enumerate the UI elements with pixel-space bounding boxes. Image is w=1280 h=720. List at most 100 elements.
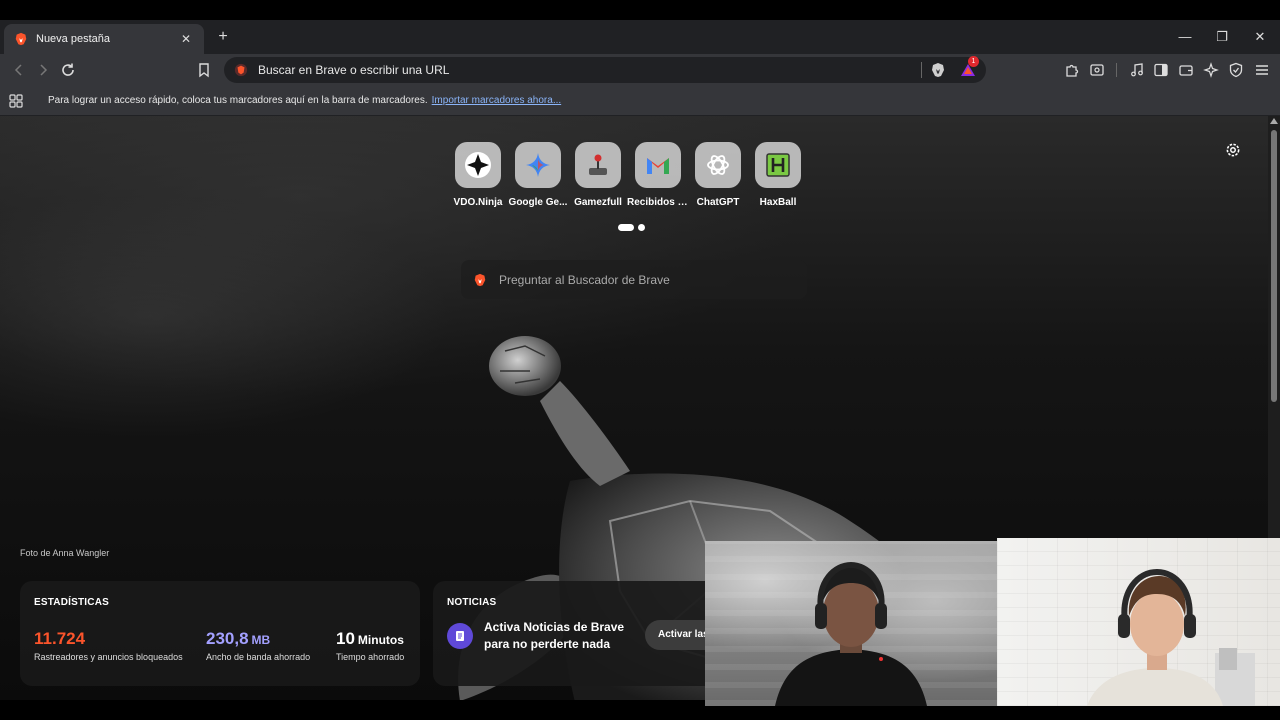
wallet-icon bbox=[1179, 65, 1193, 76]
person-with-headset-image bbox=[775, 561, 927, 706]
top-site-google-gemini[interactable]: Google Ge... bbox=[509, 142, 567, 208]
scroll-thumb[interactable] bbox=[1271, 130, 1277, 402]
close-window-button[interactable]: ✕ bbox=[1241, 24, 1279, 50]
wallet-button[interactable] bbox=[1175, 59, 1197, 81]
bookmarks-hint: Para lograr un acceso rápido, coloca tus… bbox=[48, 95, 428, 106]
trackers-label: Rastreadores y anuncios bloqueados bbox=[34, 652, 183, 662]
tab-search-icon bbox=[1090, 64, 1104, 76]
tile-icon-frame bbox=[695, 142, 741, 188]
webcam-feed-left bbox=[705, 541, 997, 706]
tile-icon-frame bbox=[455, 142, 501, 188]
top-site-label: VDO.Ninja bbox=[453, 197, 503, 208]
news-title: NOTICIAS bbox=[447, 597, 497, 608]
reload-button[interactable] bbox=[57, 59, 79, 81]
top-site-gmail[interactable]: Recibidos (... bbox=[627, 142, 689, 208]
letterbox-top bbox=[0, 0, 1280, 20]
search-placeholder: Preguntar al Buscador de Brave bbox=[499, 272, 670, 287]
import-bookmarks-link[interactable]: Importar marcadores ahora... bbox=[432, 95, 562, 106]
scroll-up-arrow-icon[interactable] bbox=[1270, 118, 1278, 124]
tab-strip: Nueva pestaña ✕ + — ❐ ✕ bbox=[0, 20, 1280, 54]
tile-icon-frame bbox=[575, 142, 621, 188]
toolbar: Buscar en Brave o escribir una URL 1 bbox=[0, 54, 1280, 86]
haxball-icon bbox=[766, 153, 790, 177]
news-card: NOTICIAS Activa Noticias de Brave para n… bbox=[433, 581, 725, 686]
brave-search-box[interactable]: Preguntar al Buscador de Brave bbox=[461, 260, 807, 299]
sidebar-button[interactable] bbox=[1150, 59, 1172, 81]
puzzle-icon bbox=[1066, 64, 1079, 77]
brave-lion-icon bbox=[474, 273, 486, 286]
brave-shields-icon[interactable] bbox=[930, 62, 946, 78]
arrow-left-icon bbox=[14, 64, 22, 76]
arrow-right-icon bbox=[40, 64, 48, 76]
search-tabs-button[interactable] bbox=[1086, 59, 1108, 81]
brave-lion-icon bbox=[15, 32, 27, 46]
person-with-headset-image bbox=[1087, 568, 1255, 706]
new-tab-button[interactable]: + bbox=[212, 26, 234, 48]
stat-trackers: 11.724 Rastreadores y anuncios bloqueado… bbox=[34, 629, 183, 662]
sparkle-icon bbox=[1203, 62, 1219, 78]
screen: Nueva pestaña ✕ + — ❐ ✕ Buscar en Brave … bbox=[0, 0, 1280, 720]
omnibox-divider bbox=[921, 62, 922, 78]
time-unit: Minutos bbox=[357, 633, 404, 647]
tile-icon-frame bbox=[635, 142, 681, 188]
gemini-icon bbox=[526, 153, 550, 177]
address-text: Buscar en Brave o escribir una URL bbox=[258, 63, 450, 77]
tab-new-tab[interactable]: Nueva pestaña ✕ bbox=[4, 24, 204, 54]
back-button[interactable] bbox=[8, 59, 30, 81]
top-sites: VDO.Ninja Google Ge... Gamezfull Recibid… bbox=[454, 142, 802, 208]
vdo-ninja-icon bbox=[465, 152, 491, 178]
photo-credit[interactable]: Foto de Anna Wangler bbox=[20, 548, 109, 558]
sidebar-icon bbox=[1154, 63, 1168, 77]
stat-bandwidth: 230,8 MB Ancho de banda ahorrado bbox=[206, 629, 310, 662]
time-value: 10 bbox=[336, 629, 355, 648]
extensions-button[interactable] bbox=[1061, 59, 1083, 81]
settings-gear-icon[interactable] bbox=[1224, 141, 1242, 159]
bandwidth-value: 230,8 bbox=[206, 629, 249, 648]
document-icon bbox=[456, 631, 464, 641]
pager-dot[interactable] bbox=[638, 224, 645, 231]
top-site-label: Gamezfull bbox=[574, 197, 622, 208]
top-site-label: Recibidos (... bbox=[627, 197, 689, 208]
stats-title: ESTADÍSTICAS bbox=[34, 597, 109, 608]
top-sites-pager bbox=[618, 224, 645, 231]
top-site-haxball[interactable]: HaxBall bbox=[754, 142, 802, 208]
bandwidth-label: Ancho de banda ahorrado bbox=[206, 652, 311, 662]
gmail-icon bbox=[647, 158, 669, 174]
time-label: Tiempo ahorrado bbox=[336, 652, 405, 662]
toolbar-divider bbox=[1116, 63, 1117, 77]
restore-button[interactable]: ❐ bbox=[1203, 24, 1241, 50]
top-site-label: HaxBall bbox=[759, 197, 797, 208]
joystick-icon bbox=[589, 154, 607, 175]
reload-icon bbox=[62, 63, 74, 76]
vpn-button[interactable] bbox=[1225, 59, 1247, 81]
top-site-vdo-ninja[interactable]: VDO.Ninja bbox=[454, 142, 502, 208]
trackers-value: 11.724 bbox=[34, 629, 86, 648]
music-note-icon bbox=[1131, 63, 1143, 77]
forward-button[interactable] bbox=[32, 59, 54, 81]
brave-search-icon bbox=[234, 63, 248, 77]
pager-dot-active[interactable] bbox=[618, 224, 634, 231]
tile-icon-frame bbox=[515, 142, 561, 188]
leo-ai-button[interactable] bbox=[1200, 59, 1222, 81]
tile-icon-frame bbox=[755, 142, 801, 188]
media-button[interactable] bbox=[1126, 59, 1148, 81]
tab-title: Nueva pestaña bbox=[36, 33, 110, 45]
apps-grid-icon[interactable] bbox=[8, 93, 24, 109]
top-site-gamezfull[interactable]: Gamezfull bbox=[574, 142, 622, 208]
stats-card: ESTADÍSTICAS 11.724 Rastreadores y anunc… bbox=[20, 581, 420, 686]
minimize-button[interactable]: — bbox=[1166, 24, 1204, 50]
hamburger-menu-icon bbox=[1256, 65, 1268, 75]
bandwidth-unit: MB bbox=[251, 633, 271, 647]
shield-icon bbox=[1229, 62, 1243, 78]
tab-close-icon[interactable]: ✕ bbox=[178, 32, 194, 46]
address-bar[interactable]: Buscar en Brave o escribir una URL 1 bbox=[224, 56, 986, 83]
stat-time: 10 Minutos Tiempo ahorrado bbox=[336, 629, 404, 662]
bookmarks-bar: Para lograr un acceso rápido, coloca tus… bbox=[0, 86, 1280, 116]
bookmark-button[interactable] bbox=[193, 59, 215, 81]
webcam-feed-right bbox=[997, 538, 1280, 706]
top-site-chatgpt[interactable]: ChatGPT bbox=[694, 142, 742, 208]
menu-button[interactable] bbox=[1251, 59, 1273, 81]
brave-rewards-button[interactable]: 1 bbox=[960, 56, 979, 78]
news-promo-text: Activa Noticias de Brave para no perdert… bbox=[484, 620, 625, 651]
top-site-label: ChatGPT bbox=[696, 197, 740, 208]
